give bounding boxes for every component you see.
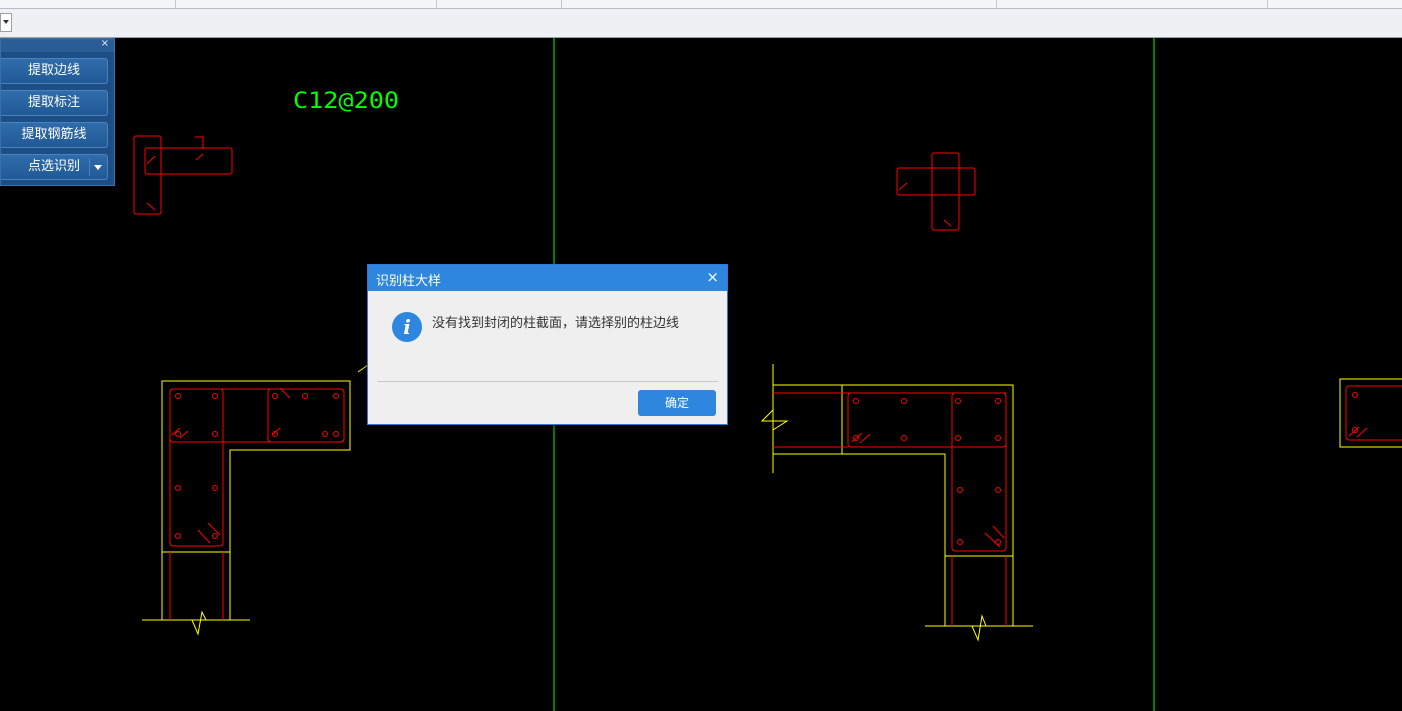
dialog-message: 没有找到封闭的柱截面，请选择别的柱边线 [432,316,680,331]
toolbar-row [0,9,1402,38]
ok-button[interactable]: 确定 [638,390,716,416]
header-column-divider [1267,0,1268,8]
identify-column-detail-dialog: 识别柱大样 × i 没有找到封闭的柱截面，请选择别的柱边线 确定 [367,264,728,425]
header-column-divider [175,0,176,8]
identify-tool-panel: × 提取边线 提取标注 提取钢筋线 点选识别 [0,38,115,186]
header-column-divider [436,0,437,8]
close-icon[interactable]: × [706,268,719,286]
extract-edges-button[interactable]: 提取边线 [1,58,108,84]
chevron-down-icon [3,20,9,24]
chevron-down-icon[interactable] [94,165,102,170]
extract-rebar-lines-button[interactable]: 提取钢筋线 [1,122,108,148]
l-column-section-left [142,364,369,636]
column-section-partial-right [1339,378,1402,448]
toolbar-dropdown[interactable] [0,13,12,32]
extract-labels-button[interactable]: 提取标注 [1,90,108,116]
header-column-divider [561,0,562,8]
small-column-section-right [896,152,976,231]
column-header-strip [0,0,1402,9]
point-select-identify-button[interactable]: 点选识别 [1,154,108,180]
dialog-titlebar[interactable]: 识别柱大样 × [368,265,727,291]
l-column-section-right [760,364,1033,642]
dialog-divider [377,381,718,382]
dialog-title: 识别柱大样 [376,274,442,289]
header-column-divider [996,0,997,8]
split-divider [89,158,90,176]
info-icon: i [392,312,422,342]
point-select-identify-label: 点选识别 [27,159,80,174]
panel-title-bar: × [1,38,114,52]
close-icon[interactable]: × [101,38,109,49]
small-column-section-left [133,135,233,215]
rebar-annotation-text: C12@200 [293,89,399,114]
